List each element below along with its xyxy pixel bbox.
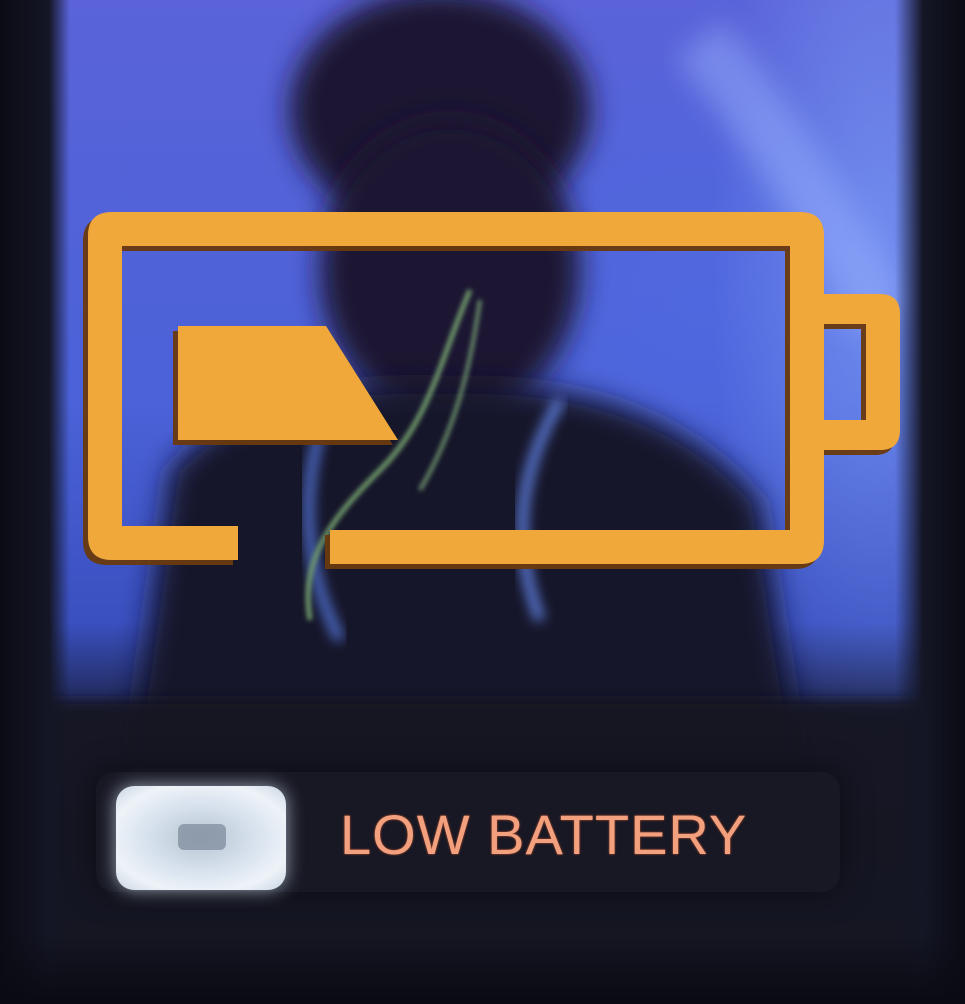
battery-terminal bbox=[820, 294, 900, 450]
device-frame: LOW BATTERY bbox=[0, 0, 965, 1004]
battery-charge-level bbox=[178, 326, 398, 440]
low-battery-label: LOW BATTERY bbox=[340, 803, 748, 866]
low-battery-notification: LOW BATTERY bbox=[96, 772, 840, 892]
screen: LOW BATTERY bbox=[0, 0, 965, 1004]
battery-glyph-icon bbox=[178, 824, 226, 850]
battery-status-icon bbox=[116, 786, 286, 890]
